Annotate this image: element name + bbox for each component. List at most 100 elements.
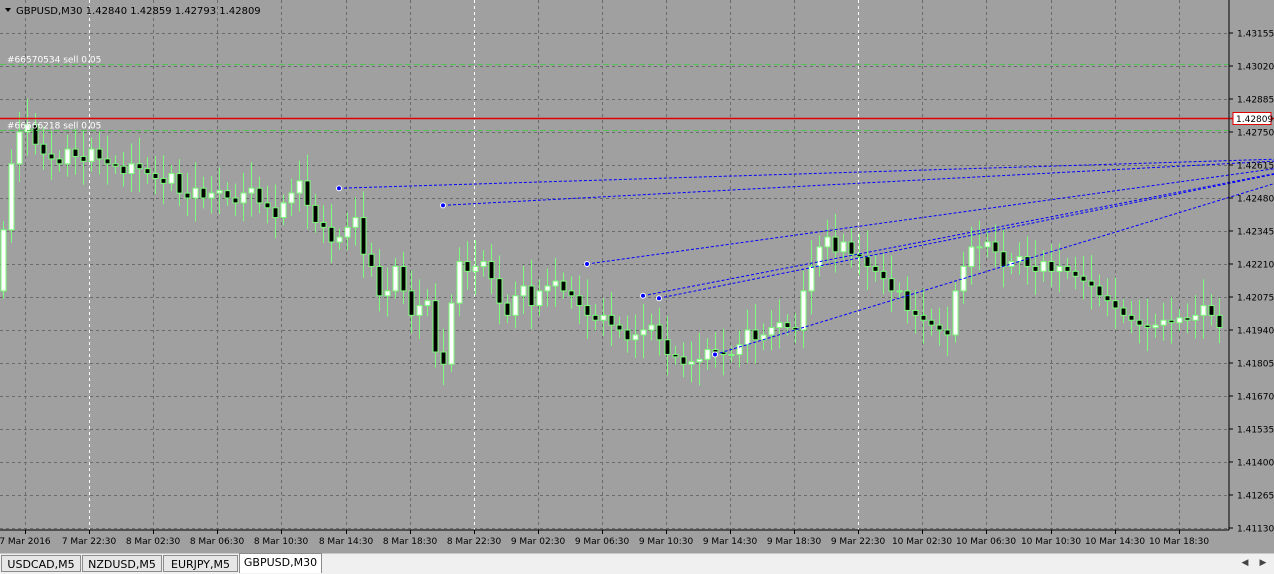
candle-bull <box>952 290 959 336</box>
scroll-right-icon[interactable]: ▶ <box>1256 556 1270 571</box>
scroll-left-icon[interactable]: ◀ <box>1238 556 1252 571</box>
candle-bear <box>1168 319 1175 324</box>
candle-bear <box>144 168 151 175</box>
candle-bull <box>424 300 431 307</box>
candle-bear <box>264 202 271 209</box>
candle-bull <box>336 236 343 243</box>
candle-bull <box>288 192 295 204</box>
candle-bull <box>544 285 551 292</box>
candle-bull <box>296 180 303 194</box>
price-tick-label: 1.41400 <box>1237 459 1274 469</box>
candle-bear <box>1144 324 1151 329</box>
candle-bull <box>536 290 543 307</box>
order-label: #66570534 sell 0.05 <box>7 56 101 66</box>
candle-bear <box>904 290 911 311</box>
time-tick-label: 10 Mar 06:30 <box>956 537 1016 547</box>
candle-bull <box>248 187 255 194</box>
candle-bull <box>1200 305 1207 316</box>
candle-bear <box>664 339 671 355</box>
price-tick-label: 1.41130 <box>1237 525 1274 535</box>
candle-bear <box>360 217 367 255</box>
candle-bear <box>1112 300 1119 309</box>
candle-bear <box>320 221 327 228</box>
candle-bear <box>888 278 895 292</box>
candle-bull <box>1056 265 1063 272</box>
candle-bear <box>992 241 999 253</box>
candle-bear <box>72 148 79 157</box>
candle-bull <box>896 290 903 293</box>
candle-bull <box>128 163 135 175</box>
price-tick-label: 1.41805 <box>1237 360 1274 370</box>
candle-bear <box>920 314 927 321</box>
price-tick-label: 1.42480 <box>1237 195 1274 205</box>
price-chart[interactable]: #66570534 sell 0.05 #66566218 sell 0.05 1.… <box>0 0 1274 553</box>
time-tick-label: 10 Mar 10:30 <box>1021 537 1081 547</box>
candle-bear <box>176 173 183 194</box>
candle-bear <box>272 207 279 219</box>
candle-bear <box>592 314 599 321</box>
candle-bear <box>928 319 935 326</box>
candle-bull <box>768 327 775 336</box>
time-tick-label: 8 Mar 18:30 <box>383 537 438 547</box>
candle-bull <box>512 295 519 316</box>
price-tick-label: 1.41265 <box>1237 492 1274 502</box>
candle-bear <box>624 329 631 341</box>
candle-bear <box>880 270 887 280</box>
candle-bear <box>1024 256 1031 267</box>
candle-bear <box>104 158 111 165</box>
candle-bull <box>640 329 647 336</box>
candle-bull <box>240 192 247 204</box>
trade-entry-marker <box>712 351 718 358</box>
trade-entry-marker <box>656 295 662 302</box>
tab-nzdusd[interactable]: NZDUSD,M5 <box>82 555 162 572</box>
candle-bear <box>912 309 919 316</box>
candle-bear <box>136 163 143 170</box>
candle-bear <box>56 158 63 165</box>
tab-label: NZDUSD,M5 <box>88 558 156 571</box>
candle-bull <box>632 334 639 341</box>
candle-bull <box>8 163 15 231</box>
candle-bear <box>1000 251 1007 267</box>
time-tick-label: 9 Mar 06:30 <box>575 537 630 547</box>
candle-bear <box>856 253 863 258</box>
time-tick-label: 10 Mar 14:30 <box>1085 537 1145 547</box>
candle-bear <box>80 155 87 162</box>
candle-bull <box>16 131 23 165</box>
candle-bull <box>416 305 423 316</box>
candle-bull <box>88 148 95 162</box>
time-tick-label: 8 Mar 22:30 <box>447 537 502 547</box>
candle-bull <box>344 226 351 238</box>
candle-bear <box>1208 305 1215 316</box>
candle-bull <box>960 265 967 292</box>
time-tick-label: 10 Mar 02:30 <box>892 537 952 547</box>
candle-bear <box>464 261 471 272</box>
candle-bear <box>400 265 407 292</box>
candle-bull <box>472 265 479 272</box>
candle-bear <box>1184 317 1191 321</box>
candle-bear <box>944 329 951 336</box>
candle-bear <box>576 295 583 307</box>
candle-bull <box>448 302 455 365</box>
candle-bear <box>232 197 239 204</box>
candle-bear <box>1080 275 1087 282</box>
candle-bull <box>352 217 359 228</box>
tab-eurjpy[interactable]: EURJPY,M5 <box>163 555 238 572</box>
candle-bear <box>120 165 127 175</box>
candle-bull <box>600 314 607 321</box>
candle-bull <box>216 190 223 194</box>
candle-bull <box>984 241 991 248</box>
candle-bull <box>456 261 463 304</box>
price-tick-label: 1.42345 <box>1237 228 1274 238</box>
time-tick-label: 8 Mar 14:30 <box>319 537 374 547</box>
tab-gbpusd[interactable]: GBPUSD,M30 <box>239 553 322 573</box>
candle-bear <box>584 305 591 316</box>
tab-label: GBPUSD,M30 <box>243 556 318 569</box>
candle-bear <box>1088 280 1095 287</box>
candle-bear <box>1120 307 1127 316</box>
tab-usdcad[interactable]: USDCAD,M5 <box>1 555 81 572</box>
trade-entry-marker <box>584 261 590 267</box>
candle-bear <box>864 256 871 267</box>
candle-bear <box>304 180 311 206</box>
symbol-header: GBPUSD,M30 1.42840 1.42859 1.42793 1.428… <box>5 6 261 17</box>
time-tick-label: 9 Mar 18:30 <box>767 537 822 547</box>
